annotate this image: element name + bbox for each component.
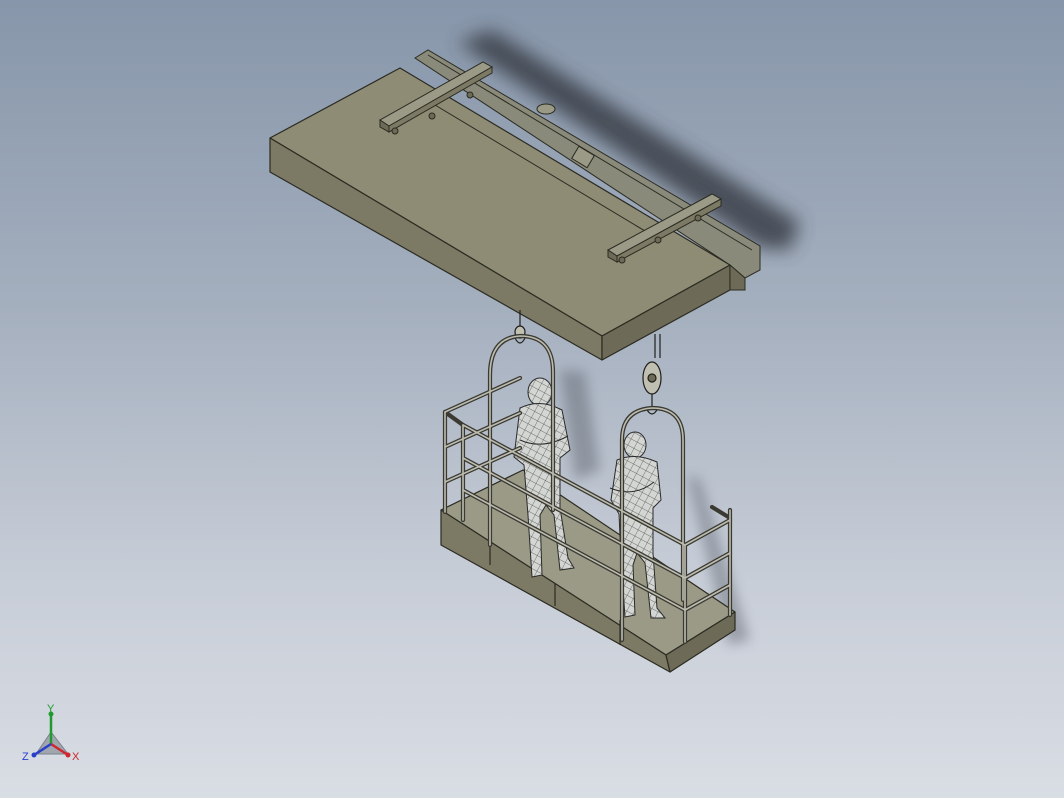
triad-z-label: Z — [22, 751, 29, 763]
view-orientation-triad[interactable]: Y X Z — [18, 700, 88, 770]
hoist-right[interactable] — [642, 334, 662, 415]
model-scene[interactable] — [0, 0, 1064, 798]
triad-x-label: X — [72, 751, 80, 763]
triad-y-label: Y — [47, 703, 55, 715]
graphics-viewport[interactable]: Y X Z — [0, 0, 1064, 798]
